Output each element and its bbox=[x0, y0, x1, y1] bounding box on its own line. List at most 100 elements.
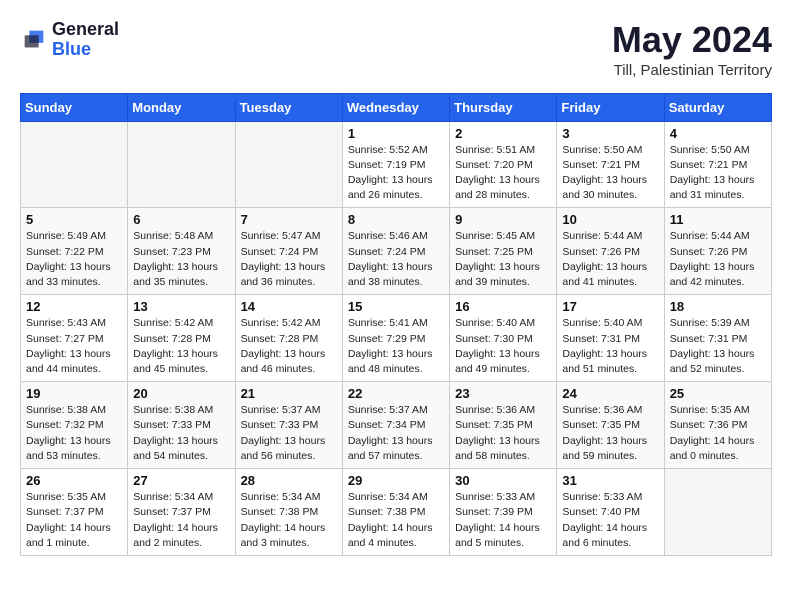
day-info: Sunrise: 5:45 AMSunset: 7:25 PMDaylight:… bbox=[455, 229, 551, 290]
table-row: 29 Sunrise: 5:34 AMSunset: 7:38 PMDayligh… bbox=[342, 469, 449, 556]
day-number: 13 bbox=[133, 299, 229, 314]
day-info: Sunrise: 5:37 AMSunset: 7:33 PMDaylight:… bbox=[241, 403, 337, 464]
day-number: 6 bbox=[133, 212, 229, 227]
day-number: 9 bbox=[455, 212, 551, 227]
table-row: 27 Sunrise: 5:34 AMSunset: 7:37 PMDayligh… bbox=[128, 469, 235, 556]
table-row: 30Sunrise: 5:33 AMSunset: 7:39 PMDayligh… bbox=[450, 469, 557, 556]
table-row bbox=[128, 121, 235, 208]
day-number: 7 bbox=[241, 212, 337, 227]
table-row bbox=[235, 121, 342, 208]
table-row: 26 Sunrise: 5:35 AMSunset: 7:37 PMDayligh… bbox=[21, 469, 128, 556]
day-info: Sunrise: 5:41 AMSunset: 7:29 PMDaylight:… bbox=[348, 316, 444, 377]
table-row: 5Sunrise: 5:49 AMSunset: 7:22 PMDaylight… bbox=[21, 208, 128, 295]
table-row: 1 Sunrise: 5:52 AMSunset: 7:19 PMDaylight… bbox=[342, 121, 449, 208]
table-row bbox=[664, 469, 771, 556]
calendar-week-row: 26 Sunrise: 5:35 AMSunset: 7:37 PMDayligh… bbox=[21, 469, 772, 556]
day-number: 24 bbox=[562, 386, 658, 401]
day-info: Sunrise: 5:40 AMSunset: 7:31 PMDaylight:… bbox=[562, 316, 658, 377]
day-number: 31 bbox=[562, 473, 658, 488]
table-row: 28 Sunrise: 5:34 AMSunset: 7:38 PMDayligh… bbox=[235, 469, 342, 556]
calendar-week-row: 12Sunrise: 5:43 AMSunset: 7:27 PMDayligh… bbox=[21, 295, 772, 382]
day-number: 21 bbox=[241, 386, 337, 401]
table-row: 24 Sunrise: 5:36 AMSunset: 7:35 PMDayligh… bbox=[557, 382, 664, 469]
table-row: 8Sunrise: 5:46 AMSunset: 7:24 PMDaylight… bbox=[342, 208, 449, 295]
day-number: 4 bbox=[670, 126, 766, 141]
table-row: 14 Sunrise: 5:42 AMSunset: 7:28 PMDayligh… bbox=[235, 295, 342, 382]
calendar-week-row: 19Sunrise: 5:38 AMSunset: 7:32 PMDayligh… bbox=[21, 382, 772, 469]
day-info: Sunrise: 5:37 AMSunset: 7:34 PMDaylight:… bbox=[348, 403, 444, 464]
logo-icon bbox=[20, 26, 48, 54]
table-row: 7 Sunrise: 5:47 AMSunset: 7:24 PMDaylight… bbox=[235, 208, 342, 295]
table-row: 13 Sunrise: 5:42 AMSunset: 7:28 PMDayligh… bbox=[128, 295, 235, 382]
day-info: Sunrise: 5:50 AMSunset: 7:21 PMDaylight:… bbox=[562, 143, 658, 204]
month-title: May 2024 bbox=[612, 20, 772, 60]
logo-text: General Blue bbox=[52, 20, 119, 60]
table-row: 2 Sunrise: 5:51 AMSunset: 7:20 PMDaylight… bbox=[450, 121, 557, 208]
page: General Blue May 2024 Till, Palestinian … bbox=[0, 0, 792, 566]
day-number: 14 bbox=[241, 299, 337, 314]
day-number: 23 bbox=[455, 386, 551, 401]
day-info: Sunrise: 5:47 AMSunset: 7:24 PMDaylight:… bbox=[241, 229, 337, 290]
day-number: 22 bbox=[348, 386, 444, 401]
day-info: Sunrise: 5:34 AMSunset: 7:37 PMDaylight:… bbox=[133, 490, 229, 551]
col-saturday: Saturday bbox=[664, 93, 771, 121]
day-info: Sunrise: 5:38 AMSunset: 7:33 PMDaylight:… bbox=[133, 403, 229, 464]
calendar-week-row: 5Sunrise: 5:49 AMSunset: 7:22 PMDaylight… bbox=[21, 208, 772, 295]
table-row: 23Sunrise: 5:36 AMSunset: 7:35 PMDayligh… bbox=[450, 382, 557, 469]
location: Till, Palestinian Territory bbox=[612, 62, 772, 79]
day-info: Sunrise: 5:33 AMSunset: 7:40 PMDaylight:… bbox=[562, 490, 658, 551]
col-wednesday: Wednesday bbox=[342, 93, 449, 121]
table-row: 9 Sunrise: 5:45 AMSunset: 7:25 PMDaylight… bbox=[450, 208, 557, 295]
table-row: 11 Sunrise: 5:44 AMSunset: 7:26 PMDayligh… bbox=[664, 208, 771, 295]
day-number: 11 bbox=[670, 212, 766, 227]
day-info: Sunrise: 5:34 AMSunset: 7:38 PMDaylight:… bbox=[348, 490, 444, 551]
day-number: 29 bbox=[348, 473, 444, 488]
day-info: Sunrise: 5:49 AMSunset: 7:22 PMDaylight:… bbox=[26, 229, 122, 290]
table-row: 6 Sunrise: 5:48 AMSunset: 7:23 PMDaylight… bbox=[128, 208, 235, 295]
day-info: Sunrise: 5:44 AMSunset: 7:26 PMDaylight:… bbox=[562, 229, 658, 290]
day-number: 28 bbox=[241, 473, 337, 488]
col-friday: Friday bbox=[557, 93, 664, 121]
day-info: Sunrise: 5:42 AMSunset: 7:28 PMDaylight:… bbox=[133, 316, 229, 377]
day-info: Sunrise: 5:35 AMSunset: 7:36 PMDaylight:… bbox=[670, 403, 766, 464]
day-number: 25 bbox=[670, 386, 766, 401]
day-number: 16 bbox=[455, 299, 551, 314]
day-info: Sunrise: 5:48 AMSunset: 7:23 PMDaylight:… bbox=[133, 229, 229, 290]
table-row: 18Sunrise: 5:39 AMSunset: 7:31 PMDayligh… bbox=[664, 295, 771, 382]
table-row: 4 Sunrise: 5:50 AMSunset: 7:21 PMDaylight… bbox=[664, 121, 771, 208]
day-number: 3 bbox=[562, 126, 658, 141]
table-row: 3 Sunrise: 5:50 AMSunset: 7:21 PMDaylight… bbox=[557, 121, 664, 208]
day-info: Sunrise: 5:40 AMSunset: 7:30 PMDaylight:… bbox=[455, 316, 551, 377]
table-row: 10 Sunrise: 5:44 AMSunset: 7:26 PMDayligh… bbox=[557, 208, 664, 295]
day-info: Sunrise: 5:44 AMSunset: 7:26 PMDaylight:… bbox=[670, 229, 766, 290]
day-info: Sunrise: 5:34 AMSunset: 7:38 PMDaylight:… bbox=[241, 490, 337, 551]
day-info: Sunrise: 5:35 AMSunset: 7:37 PMDaylight:… bbox=[26, 490, 122, 551]
table-row: 12Sunrise: 5:43 AMSunset: 7:27 PMDayligh… bbox=[21, 295, 128, 382]
day-number: 26 bbox=[26, 473, 122, 488]
table-row: 21 Sunrise: 5:37 AMSunset: 7:33 PMDayligh… bbox=[235, 382, 342, 469]
day-info: Sunrise: 5:50 AMSunset: 7:21 PMDaylight:… bbox=[670, 143, 766, 204]
table-row: 31 Sunrise: 5:33 AMSunset: 7:40 PMDayligh… bbox=[557, 469, 664, 556]
day-info: Sunrise: 5:33 AMSunset: 7:39 PMDaylight:… bbox=[455, 490, 551, 551]
table-row: 15 Sunrise: 5:41 AMSunset: 7:29 PMDayligh… bbox=[342, 295, 449, 382]
day-number: 10 bbox=[562, 212, 658, 227]
table-row: 20 Sunrise: 5:38 AMSunset: 7:33 PMDayligh… bbox=[128, 382, 235, 469]
table-row: 22 Sunrise: 5:37 AMSunset: 7:34 PMDayligh… bbox=[342, 382, 449, 469]
day-number: 27 bbox=[133, 473, 229, 488]
day-number: 17 bbox=[562, 299, 658, 314]
day-info: Sunrise: 5:51 AMSunset: 7:20 PMDaylight:… bbox=[455, 143, 551, 204]
day-number: 15 bbox=[348, 299, 444, 314]
header: General Blue May 2024 Till, Palestinian … bbox=[20, 20, 772, 79]
day-info: Sunrise: 5:52 AMSunset: 7:19 PMDaylight:… bbox=[348, 143, 444, 204]
day-number: 12 bbox=[26, 299, 122, 314]
day-number: 20 bbox=[133, 386, 229, 401]
day-info: Sunrise: 5:42 AMSunset: 7:28 PMDaylight:… bbox=[241, 316, 337, 377]
day-number: 2 bbox=[455, 126, 551, 141]
day-number: 19 bbox=[26, 386, 122, 401]
day-number: 18 bbox=[670, 299, 766, 314]
day-number: 1 bbox=[348, 126, 444, 141]
logo: General Blue bbox=[20, 20, 119, 60]
calendar-table: Sunday Monday Tuesday Wednesday Thursday… bbox=[20, 93, 772, 556]
day-info: Sunrise: 5:36 AMSunset: 7:35 PMDaylight:… bbox=[562, 403, 658, 464]
table-row: 25 Sunrise: 5:35 AMSunset: 7:36 PMDayligh… bbox=[664, 382, 771, 469]
